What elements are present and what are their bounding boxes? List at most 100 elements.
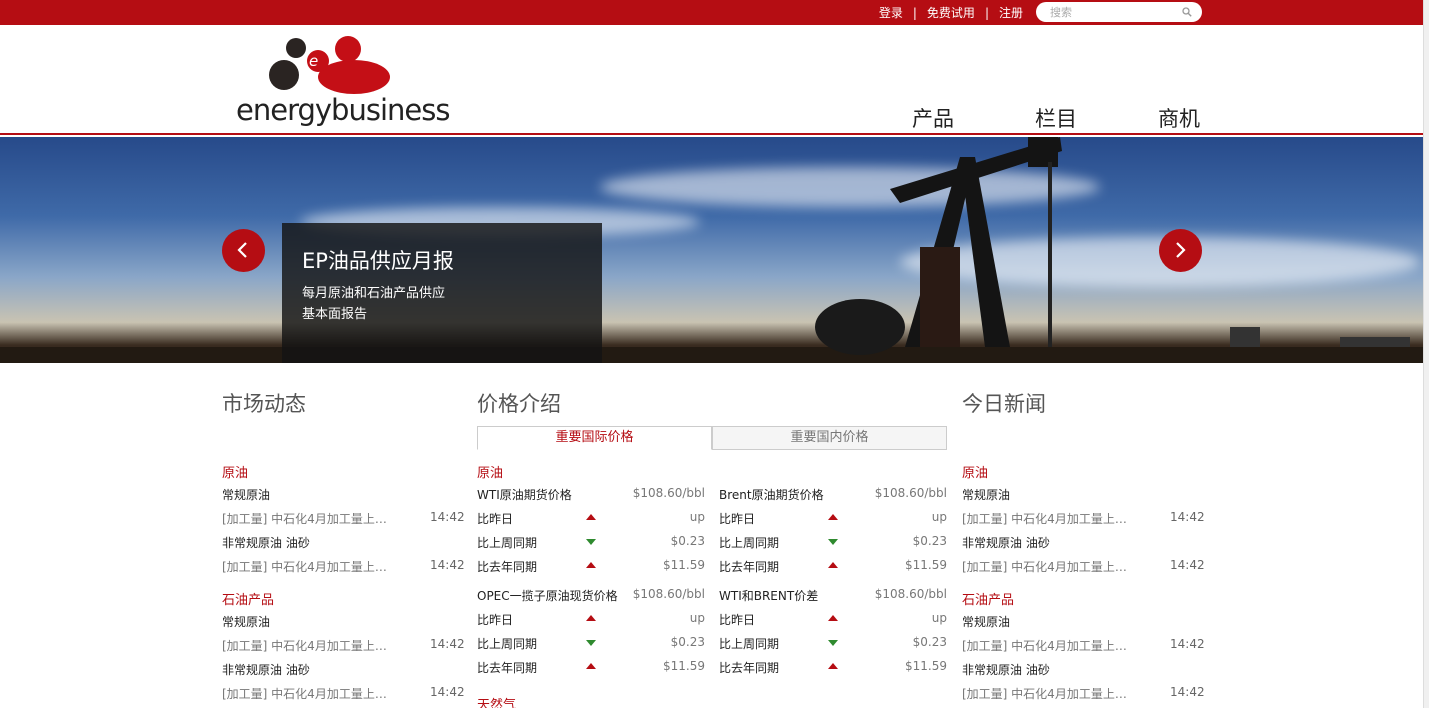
price-change-value: $11.59: [663, 558, 705, 572]
banner-title: EP油品供应月报: [302, 249, 454, 273]
banner-subtitle: 每月原油和石油产品供应 基本面报告: [302, 283, 502, 325]
trend-down-icon: [828, 539, 838, 545]
price-row-label: 比上周同期: [477, 637, 538, 651]
price-change-value: $0.23: [912, 534, 947, 548]
logo-mark-icon: e: [269, 36, 390, 94]
trend-down-icon: [828, 640, 838, 646]
trend-up-icon: [586, 514, 596, 520]
market-news-link[interactable]: [加工量] 中石化4月加工量上涨...: [222, 685, 397, 702]
tab-international-prices[interactable]: 重要国际价格: [477, 426, 712, 450]
trend-down-icon: [586, 539, 596, 545]
free-trial-link[interactable]: 免费试用: [927, 4, 975, 21]
news-link[interactable]: [加工量] 中石化4月加工量上涨...: [962, 637, 1137, 654]
price-row-label: 比去年同期: [719, 661, 780, 675]
logo[interactable]: e energybusiness: [236, 31, 450, 131]
separator: |: [912, 5, 917, 20]
news-time: 14:42: [1170, 510, 1205, 524]
search-icon[interactable]: [1182, 7, 1192, 17]
price-change-value: $11.59: [905, 558, 947, 572]
login-link[interactable]: 登录: [879, 4, 903, 21]
news-time: 14:42: [1170, 558, 1205, 572]
market-news-link[interactable]: [加工量] 中石化4月加工量上涨...: [222, 510, 397, 527]
news-link[interactable]: [加工量] 中石化4月加工量上涨...: [962, 685, 1137, 702]
price-block-title[interactable]: Brent原油期货价格: [719, 486, 824, 503]
trend-up-icon: [586, 663, 596, 669]
market-sub-label[interactable]: 非常规原油 油砂: [222, 661, 310, 678]
market-category-products[interactable]: 石油产品: [222, 589, 274, 608]
price-row-label: 比昨日: [477, 613, 514, 627]
price-block-title[interactable]: OPEC一揽子原油现货价格: [477, 587, 618, 604]
prices-category-crude[interactable]: 原油: [477, 462, 503, 481]
price-value: $108.60/bbl: [874, 587, 947, 601]
price-change-value: up: [689, 611, 705, 625]
market-news-time: 14:42: [430, 637, 465, 651]
separator: |: [984, 5, 989, 20]
price-change-value: $0.23: [670, 534, 705, 548]
trend-down-icon: [586, 640, 596, 646]
news-time: 14:42: [1170, 685, 1205, 699]
price-block-title[interactable]: WTI原油期货价格: [477, 486, 572, 503]
market-sub-label[interactable]: 常规原油: [222, 613, 270, 630]
trend-up-icon: [586, 562, 596, 568]
trend-up-icon: [586, 615, 596, 621]
prices-section-title: 价格介绍: [477, 392, 561, 416]
price-row-label: 比昨日: [719, 613, 756, 627]
search-box: [1036, 2, 1202, 22]
news-link[interactable]: [加工量] 中石化4月加工量上涨...: [962, 510, 1137, 527]
price-change-value: $11.59: [663, 659, 705, 673]
price-row-label: 比上周同期: [719, 536, 780, 550]
banner-subtitle-line: 基本面报告: [302, 307, 368, 322]
news-sub-label[interactable]: 非常规原油 油砂: [962, 534, 1050, 551]
market-news-link[interactable]: [加工量] 中石化4月加工量上涨...: [222, 558, 397, 575]
market-news-time: 14:42: [430, 558, 465, 572]
market-sub-label[interactable]: 非常规原油 油砂: [222, 534, 310, 551]
news-category-products[interactable]: 石油产品: [962, 589, 1014, 608]
trend-up-icon: [828, 514, 838, 520]
market-sub-label[interactable]: 常规原油: [222, 486, 270, 503]
svg-text:e: e: [309, 52, 318, 70]
price-value: $108.60/bbl: [632, 587, 705, 601]
news-sub-label[interactable]: 常规原油: [962, 486, 1010, 503]
nav-products[interactable]: 产品: [912, 103, 954, 133]
price-tabs: 重要国际价格 重要国内价格: [477, 426, 947, 450]
carousel-prev-button[interactable]: [222, 229, 265, 272]
price-value: $108.60/bbl: [632, 486, 705, 500]
logo-text: energybusiness: [236, 93, 450, 127]
tab-domestic-prices[interactable]: 重要国内价格: [712, 426, 947, 450]
price-change-value: up: [689, 510, 705, 524]
carousel-next-button[interactable]: [1159, 229, 1202, 272]
price-row-label: 比上周同期: [477, 536, 538, 550]
search-input[interactable]: [1050, 4, 1180, 20]
banner-caption[interactable]: EP油品供应月报 每月原油和石油产品供应 基本面报告: [282, 223, 602, 363]
news-time: 14:42: [1170, 637, 1205, 651]
news-category-crude[interactable]: 原油: [962, 462, 988, 481]
banner-subtitle-line: 每月原油和石油产品供应: [302, 286, 446, 301]
price-row-label: 比去年同期: [719, 560, 780, 574]
trend-up-icon: [828, 562, 838, 568]
register-link[interactable]: 注册: [999, 4, 1023, 21]
news-sub-label[interactable]: 常规原油: [962, 613, 1010, 630]
page-scrollbar[interactable]: [1423, 0, 1429, 708]
top-bar: 登录 | 免费试用 | 注册: [0, 0, 1423, 25]
market-news-time: 14:42: [430, 510, 465, 524]
price-change-value: up: [931, 611, 947, 625]
price-row-label: 比上周同期: [719, 637, 780, 651]
news-sub-label[interactable]: 非常规原油 油砂: [962, 661, 1050, 678]
site-header: e energybusiness 产品 栏目 商机: [0, 25, 1423, 135]
market-news-link[interactable]: [加工量] 中石化4月加工量上涨...: [222, 637, 397, 654]
market-category-crude[interactable]: 原油: [222, 462, 248, 481]
market-section-title: 市场动态: [222, 392, 306, 416]
account-links: 登录 | 免费试用 | 注册: [879, 0, 1023, 25]
trend-up-icon: [828, 615, 838, 621]
market-news-time: 14:42: [430, 685, 465, 699]
price-value: $108.60/bbl: [874, 486, 947, 500]
price-block-title[interactable]: WTI和BRENT价差: [719, 587, 818, 604]
price-change-value: $0.23: [670, 635, 705, 649]
trend-up-icon: [828, 663, 838, 669]
prices-category-gas[interactable]: 天然气: [477, 694, 516, 708]
price-change-value: $11.59: [905, 659, 947, 673]
nav-business[interactable]: 商机: [1158, 103, 1200, 133]
nav-columns[interactable]: 栏目: [1035, 103, 1077, 133]
news-link[interactable]: [加工量] 中石化4月加工量上涨...: [962, 558, 1137, 575]
price-row-label: 比昨日: [719, 512, 756, 526]
